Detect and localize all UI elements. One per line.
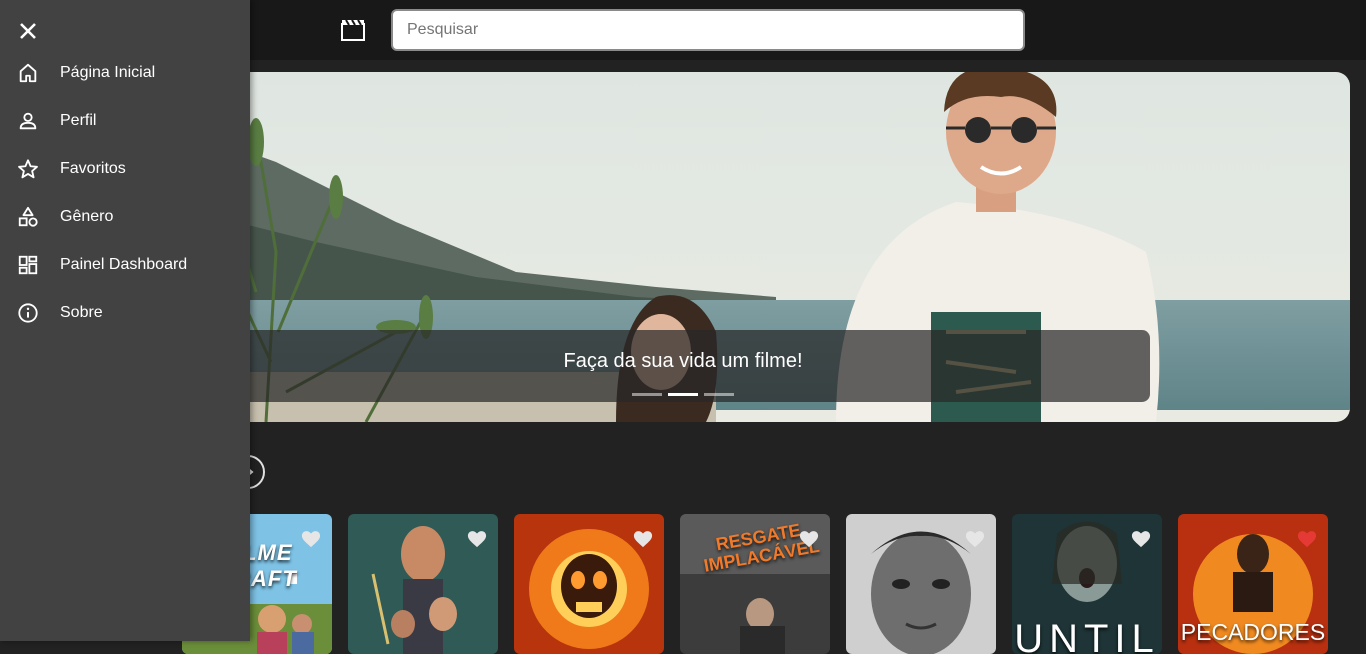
dashboard-icon [18, 255, 38, 275]
sidebar-item-dashboard[interactable]: Painel Dashboard [0, 241, 250, 289]
sidebar-item-label: Painel Dashboard [60, 256, 188, 273]
heart-outline-icon[interactable] [964, 528, 986, 548]
heart-outline-icon[interactable] [1130, 528, 1152, 548]
sidebar-item-favorites[interactable]: Favoritos [0, 145, 250, 193]
heart-outline-icon[interactable] [632, 528, 654, 548]
hero-caption-text: Faça da sua vida um filme! [563, 350, 803, 372]
heart-filled-icon[interactable] [1296, 528, 1318, 548]
movie-card[interactable]: UNTIL [1012, 514, 1162, 654]
category-shapes-icon [18, 206, 38, 227]
heart-outline-icon[interactable] [466, 528, 488, 548]
info-icon [18, 303, 38, 323]
home-icon [19, 63, 37, 83]
sidebar-item-genre[interactable]: Gênero [0, 193, 250, 241]
movie-title: PECADORES [1180, 619, 1326, 645]
movie-card[interactable] [846, 514, 996, 654]
navigation-drawer: Página Inicial Perfil Favoritos Gênero P… [0, 0, 250, 641]
heart-outline-icon[interactable] [798, 528, 820, 548]
search-input[interactable] [391, 9, 1025, 51]
sidebar-item-label: Gênero [60, 208, 114, 225]
sidebar-item-profile[interactable]: Perfil [0, 97, 250, 145]
star-icon [18, 159, 38, 179]
sidebar-item-label: Favoritos [60, 160, 126, 177]
movie-title: UNTIL [1014, 617, 1160, 654]
sidebar-item-home[interactable]: Página Inicial [0, 49, 250, 97]
person-icon [19, 112, 37, 130]
carousel-indicator-3[interactable] [704, 393, 734, 396]
sidebar-item-label: Sobre [60, 304, 103, 321]
movie-card[interactable]: RESGATE IMPLACÁVEL [680, 514, 830, 654]
carousel-indicator-1[interactable] [632, 393, 662, 396]
carousel-indicator-2[interactable] [668, 393, 698, 396]
heart-outline-icon[interactable] [300, 528, 322, 548]
sidebar-item-about[interactable]: Sobre [0, 289, 250, 337]
close-icon[interactable] [16, 19, 40, 43]
hero-caption: Faça da sua vida um filme! [216, 330, 1150, 402]
movie-card[interactable] [514, 514, 664, 654]
movie-card[interactable] [348, 514, 498, 654]
movie-clapper-icon[interactable] [340, 18, 366, 42]
movie-card[interactable]: PECADORES [1178, 514, 1328, 654]
sidebar-item-label: Perfil [60, 112, 97, 129]
sidebar-item-label: Página Inicial [60, 64, 156, 81]
